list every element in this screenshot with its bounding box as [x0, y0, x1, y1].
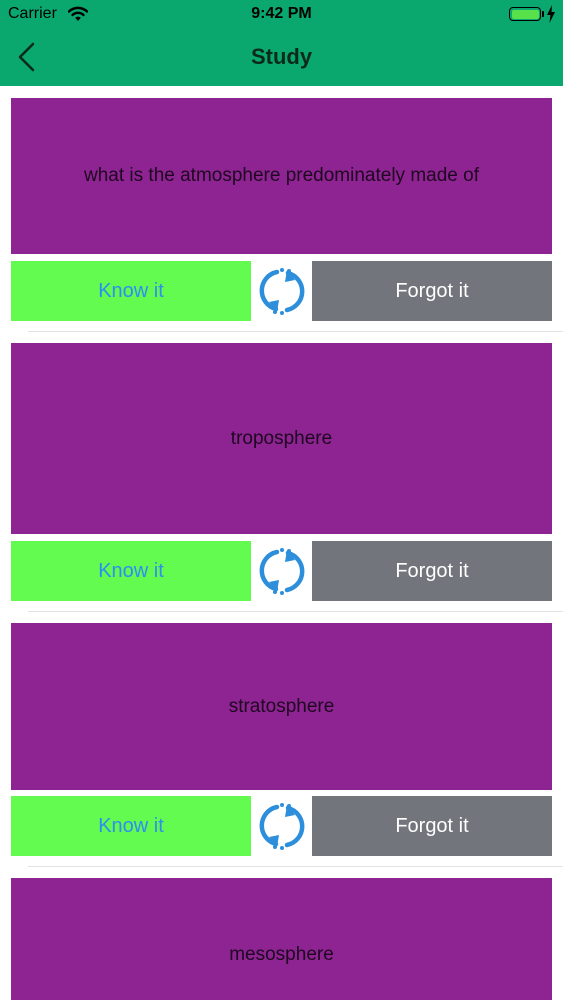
flashcard-text: troposphere: [230, 427, 333, 449]
card-actions: Know it Forgot it: [11, 541, 552, 601]
flashcard[interactable]: what is the atmosphere predominately mad…: [11, 98, 552, 254]
header: Carrier 9:42 PM Study: [0, 0, 563, 86]
know-it-button[interactable]: Know it: [11, 796, 251, 856]
flashcard-text: what is the atmosphere predominately mad…: [84, 165, 479, 186]
clock: 9:42 PM: [251, 5, 312, 22]
charging-bolt-icon: [547, 5, 555, 23]
refresh-icon[interactable]: [256, 545, 308, 597]
divider: [28, 611, 563, 612]
card-actions: Know it Forgot it: [11, 796, 552, 856]
card-actions: Know it Forgot it: [11, 261, 552, 321]
flashcard[interactable]: stratosphere: [11, 623, 552, 790]
refresh-icon[interactable]: [256, 265, 308, 317]
flashcard-text: mesosphere: [229, 944, 334, 965]
divider: [28, 331, 563, 332]
forgot-it-button[interactable]: Forgot it: [312, 796, 552, 856]
know-it-button[interactable]: Know it: [11, 541, 251, 601]
battery-icon: [509, 7, 541, 21]
page-title: Study: [250, 44, 313, 69]
refresh-icon[interactable]: [256, 800, 308, 852]
flashcard[interactable]: mesosphere: [11, 878, 552, 1000]
divider: [28, 866, 563, 867]
navigation-bar: Study: [0, 30, 563, 86]
forgot-it-button[interactable]: Forgot it: [312, 261, 552, 321]
flashcard[interactable]: troposphere: [11, 343, 552, 534]
battery-tip: [542, 11, 544, 17]
status-bar: Carrier 9:42 PM: [0, 0, 563, 30]
forgot-it-button[interactable]: Forgot it: [312, 541, 552, 601]
flashcard-text: stratosphere: [228, 695, 335, 717]
know-it-button[interactable]: Know it: [11, 261, 251, 321]
